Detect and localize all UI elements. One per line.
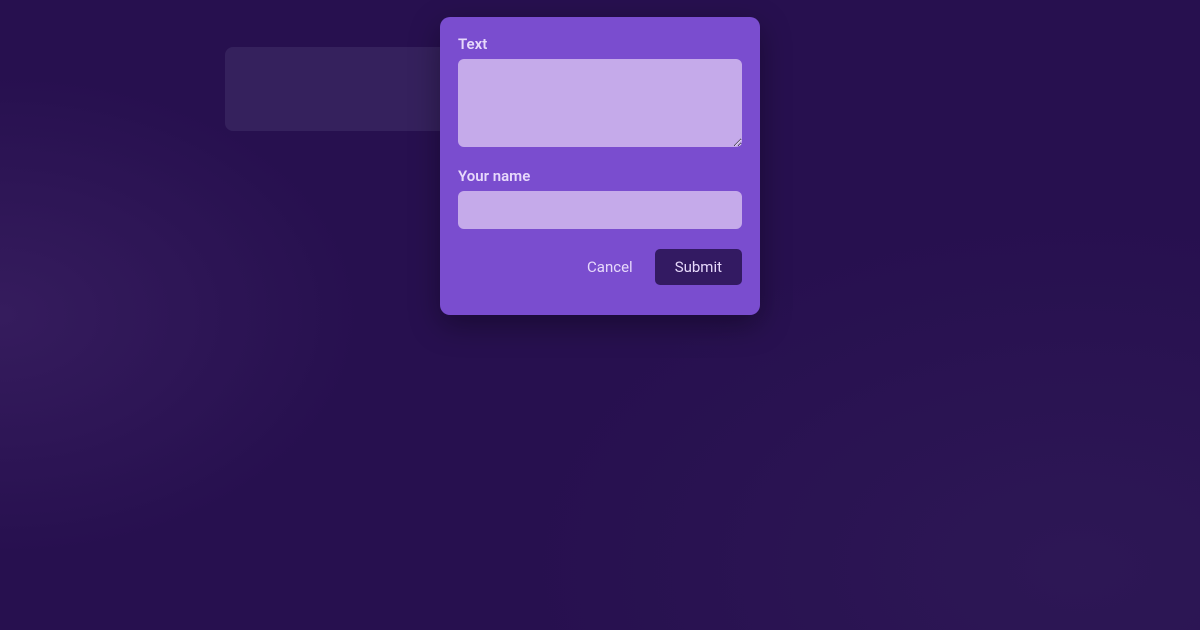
button-row: Cancel Submit xyxy=(458,249,742,285)
name-field-group: Your name xyxy=(458,167,742,229)
text-label: Text xyxy=(458,35,742,53)
text-field-group: Text xyxy=(458,35,742,151)
name-input[interactable] xyxy=(458,191,742,229)
cancel-button[interactable]: Cancel xyxy=(581,249,639,285)
text-input[interactable] xyxy=(458,59,742,147)
name-label: Your name xyxy=(458,167,742,185)
form-modal: Text Your name Cancel Submit xyxy=(440,17,760,315)
submit-button[interactable]: Submit xyxy=(655,249,742,285)
